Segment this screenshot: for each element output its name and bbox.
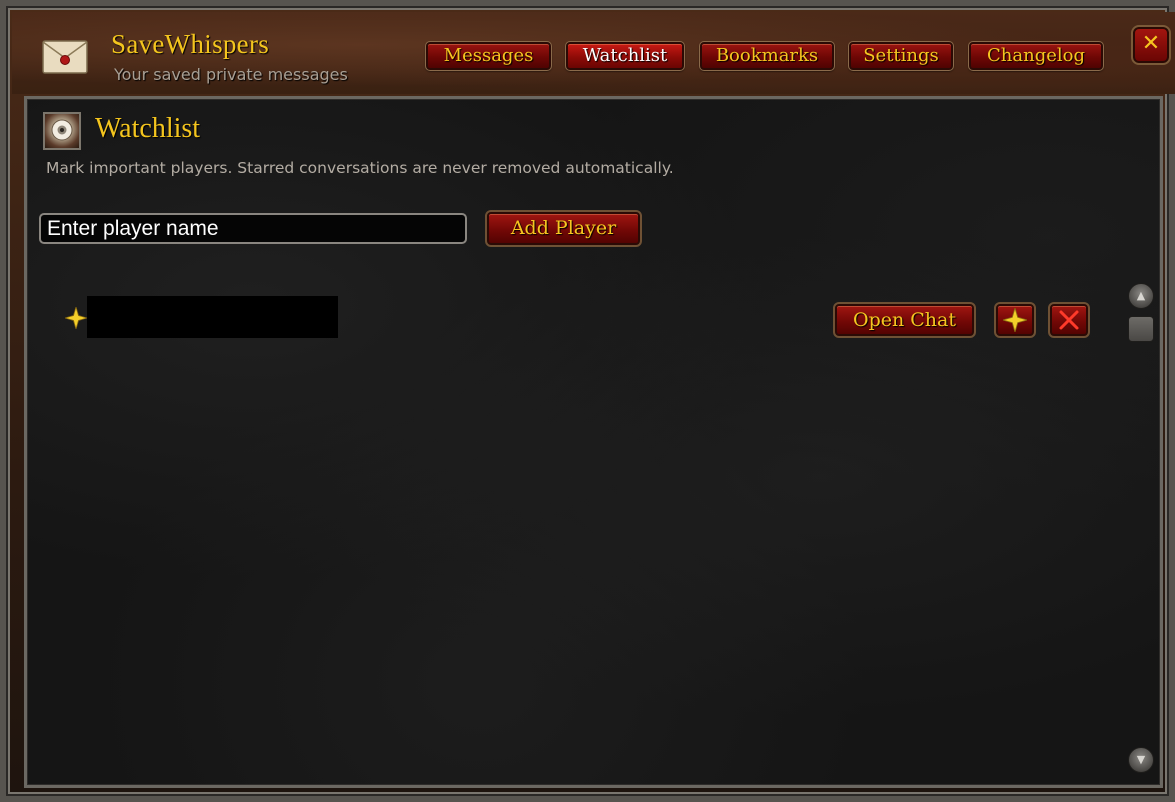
scroll-down-button[interactable]: ▼ — [1128, 747, 1154, 773]
savewhispers-window: SaveWhispers Your saved private messages… — [0, 0, 1175, 802]
tab-changelog[interactable]: Changelog — [968, 41, 1104, 71]
section-description: Mark important players. Starred conversa… — [46, 159, 674, 177]
star-icon — [65, 307, 87, 329]
close-button[interactable]: ✕ — [1131, 25, 1171, 65]
close-icon — [1059, 310, 1079, 330]
chevron-down-icon: ▼ — [1136, 753, 1146, 766]
add-player-button[interactable]: Add Player — [485, 210, 642, 247]
tab-bookmarks[interactable]: Bookmarks — [699, 41, 835, 71]
app-title: SaveWhispers — [111, 29, 270, 59]
tab-messages[interactable]: Messages — [425, 41, 552, 71]
player-name-input[interactable] — [39, 213, 467, 244]
toggle-star-button[interactable] — [994, 302, 1036, 338]
section-title: Watchlist — [95, 113, 201, 144]
scrollbar-thumb[interactable] — [1128, 316, 1154, 342]
watchlist-panel: Watchlist Mark important players. Starre… — [24, 96, 1163, 788]
chevron-up-icon: ▲ — [1136, 289, 1146, 302]
player-name-redacted — [87, 296, 338, 338]
open-chat-button[interactable]: Open Chat — [833, 302, 976, 338]
tab-watchlist[interactable]: Watchlist — [565, 41, 685, 71]
star-icon — [1003, 308, 1027, 332]
window-header[interactable]: SaveWhispers Your saved private messages… — [12, 12, 1175, 94]
scroll-up-button[interactable]: ▲ — [1128, 283, 1154, 309]
close-icon: ✕ — [1141, 31, 1161, 56]
envelope-icon — [42, 40, 88, 74]
tab-settings[interactable]: Settings — [848, 41, 954, 71]
app-subtitle: Your saved private messages — [114, 65, 348, 84]
remove-player-button[interactable] — [1048, 302, 1090, 338]
eye-icon — [43, 112, 81, 150]
